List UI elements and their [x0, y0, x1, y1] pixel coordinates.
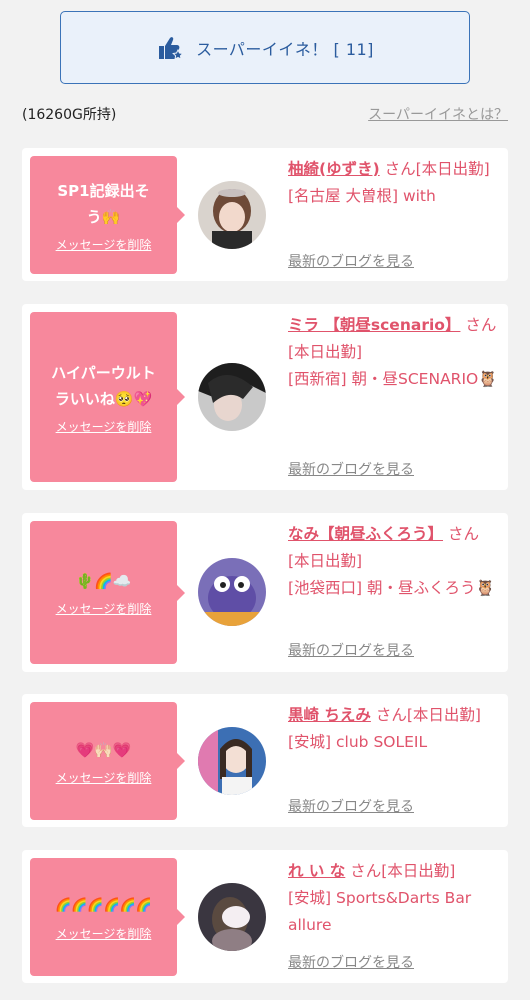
message-bubble: 💗🙌🏻💗 メッセージを削除 [30, 702, 185, 820]
host-name-link[interactable]: なみ【朝昼ふくろう】 [288, 525, 443, 543]
host-status: さん[本日出勤] [379, 160, 490, 178]
message-text: 🌵🌈☁️ [75, 572, 132, 590]
super-like-card: 🌵🌈☁️ メッセージを削除 なみ【朝昼ふくろう】 さん[本日出勤] [池袋西口]… [22, 513, 508, 672]
delete-message-link[interactable]: メッセージを削除 [56, 236, 152, 253]
host-info: 黒崎 ちえみ さん[本日出勤] [安城] club SOLEIL [288, 702, 500, 756]
host-name-link[interactable]: れ い な [288, 862, 345, 880]
host-status: さん[本日出勤] [345, 862, 456, 880]
host-status: さん[本日出勤] [370, 706, 481, 724]
host-location: [安城] club SOLEIL [288, 733, 428, 751]
host-info: 柚綺(ゆずき) さん[本日出勤] [名古屋 大曽根] with [288, 156, 500, 210]
gold-balance: (16260G所持) [22, 107, 117, 123]
latest-blog-link[interactable]: 最新のブログを見る [288, 640, 414, 660]
super-like-button[interactable]: スーパーイイネ！ [ 11] [60, 11, 470, 84]
message-text: 💗🙌🏻💗 [75, 740, 132, 759]
avatar[interactable] [198, 883, 266, 951]
host-location: [西新宿] 朝・昼SCENARIO🦉 [288, 370, 498, 388]
avatar[interactable] [198, 558, 266, 626]
delete-message-link[interactable]: メッセージを削除 [56, 925, 152, 942]
avatar[interactable] [198, 181, 266, 249]
host-location: [池袋西口] 朝・昼ふくろう🦉 [288, 579, 495, 597]
host-name-link[interactable]: 柚綺(ゆずき) [288, 160, 380, 178]
avatar[interactable] [198, 727, 266, 795]
latest-blog-link[interactable]: 最新のブログを見る [288, 796, 414, 816]
super-like-label: スーパーイイネ！ [ 11] [196, 39, 374, 59]
host-name-link[interactable]: 黒崎 ちえみ [288, 706, 371, 724]
avatar[interactable] [198, 363, 266, 431]
message-bubble: SP1記録出そう🙌 メッセージを削除 [30, 156, 185, 274]
delete-message-link[interactable]: メッセージを削除 [56, 769, 152, 786]
message-bubble: 🌵🌈☁️ メッセージを削除 [30, 521, 185, 664]
latest-blog-link[interactable]: 最新のブログを見る [288, 952, 414, 972]
host-name-link[interactable]: ミラ 【朝昼scenario】 [288, 316, 460, 334]
message-bubble: ハイパーウルトラいいね🥺💖 メッセージを削除 [30, 312, 185, 482]
message-text: SP1記録出そう🙌 [57, 181, 150, 226]
message-text: ハイパーウルトラいいね🥺💖 [51, 363, 156, 408]
latest-blog-link[interactable]: 最新のブログを見る [288, 459, 414, 479]
about-super-like-link[interactable]: スーパーイイネとは？ [368, 104, 508, 124]
super-like-card: 💗🙌🏻💗 メッセージを削除 黒崎 ちえみ さん[本日出勤] [安城] club … [22, 694, 508, 827]
message-text: 🌈🌈🌈🌈🌈🌈 [54, 897, 153, 913]
super-like-card: SP1記録出そう🙌 メッセージを削除 柚綺(ゆずき) さん[本日出勤] [名古屋… [22, 148, 508, 281]
delete-message-link[interactable]: メッセージを削除 [56, 600, 152, 617]
host-info: なみ【朝昼ふくろう】 さん[本日出勤] [池袋西口] 朝・昼ふくろう🦉 [288, 521, 500, 602]
thumbs-up-star-icon [159, 36, 184, 60]
host-info: ミラ 【朝昼scenario】 さん[本日出勤] [西新宿] 朝・昼SCENAR… [288, 312, 500, 393]
host-info: れ い な さん[本日出勤] [安城] Sports&Darts Bar all… [288, 858, 500, 939]
delete-message-link[interactable]: メッセージを削除 [56, 418, 152, 435]
message-bubble: 🌈🌈🌈🌈🌈🌈 メッセージを削除 [30, 858, 185, 976]
host-location: [名古屋 大曽根] with [288, 187, 436, 205]
super-like-card: 🌈🌈🌈🌈🌈🌈 メッセージを削除 れ い な さん[本日出勤] [安城] Spor… [22, 850, 508, 983]
host-location: [安城] Sports&Darts Bar allure [288, 889, 472, 934]
super-like-card: ハイパーウルトラいいね🥺💖 メッセージを削除 ミラ 【朝昼scenario】 さ… [22, 304, 508, 490]
latest-blog-link[interactable]: 最新のブログを見る [288, 251, 414, 271]
